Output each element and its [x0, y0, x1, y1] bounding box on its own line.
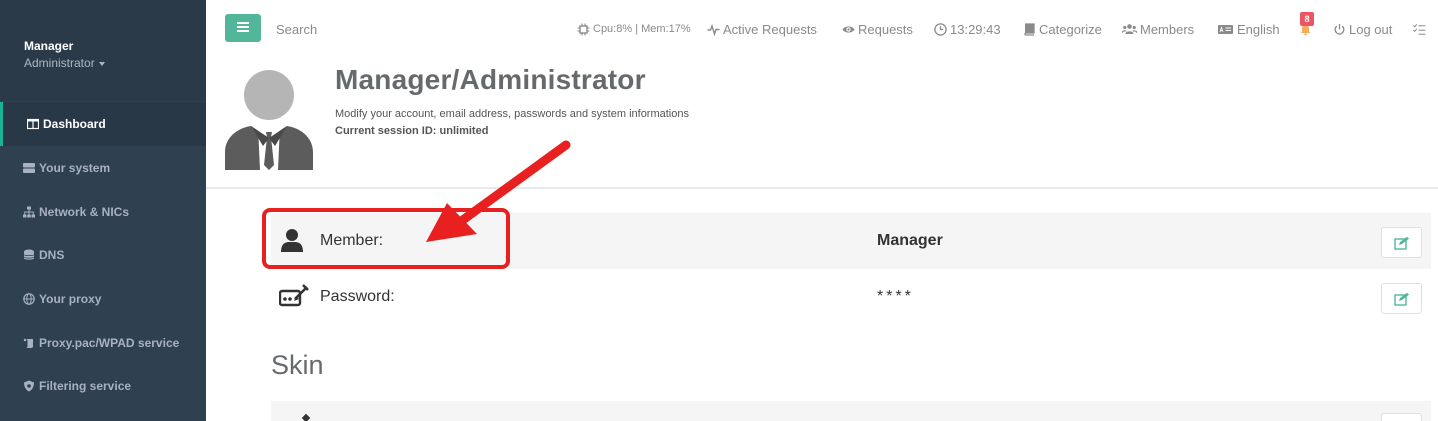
clock-icon: [934, 22, 947, 36]
search-input[interactable]: [276, 20, 476, 38]
globe-icon: [22, 293, 36, 305]
sidebar-item-your-system[interactable]: Your system: [0, 146, 206, 190]
edit-password-button[interactable]: [1381, 283, 1422, 314]
signature-icon: [278, 283, 309, 309]
avatar: [225, 70, 313, 170]
sidebar-item-label: Dashboard: [43, 117, 106, 131]
sidebar-item-label: Your proxy: [39, 292, 102, 306]
profile-block[interactable]: Manager Administrator: [0, 0, 206, 101]
language-selector[interactable]: English: [1217, 20, 1280, 38]
password-label: Password:: [320, 288, 395, 305]
edit-skin-button[interactable]: [1381, 413, 1422, 421]
caret-down-icon: [98, 61, 105, 66]
member-value: Manager: [877, 232, 943, 249]
book-icon: [1024, 22, 1035, 36]
skin-section-title: Skin: [271, 350, 324, 380]
book-open-icon: [26, 118, 40, 130]
pencil-icon: [301, 413, 311, 421]
edit-icon: [1393, 292, 1409, 306]
sidebar-item-proxy-pac-wpad[interactable]: Proxy.pac/WPAD service: [0, 321, 206, 365]
sidebar-item-your-proxy[interactable]: Your proxy: [0, 277, 206, 321]
profile-role-label: Administrator: [24, 56, 95, 70]
annotation-highlight-box: [262, 208, 510, 269]
profile-name: Manager: [24, 39, 74, 53]
app: Manager Administrator Dashboard Your sys…: [0, 0, 1438, 421]
page-subtitle: Modify your account, email address, pass…: [335, 108, 689, 120]
profile-role-dropdown[interactable]: Administrator: [24, 56, 105, 70]
microchip-icon: [577, 23, 590, 35]
categorize-label: Categorize: [1039, 21, 1102, 37]
task-list-button[interactable]: [1413, 20, 1429, 38]
sidebar-item-filtering-service[interactable]: Filtering service: [0, 364, 206, 408]
database-icon: [22, 249, 36, 261]
power-off-icon: [1334, 23, 1345, 35]
user-silhouette-icon: [225, 70, 313, 170]
sitemap-icon: [22, 206, 36, 218]
notification-count-badge: 8: [1300, 12, 1314, 26]
sidebar-item-dashboard[interactable]: Dashboard: [0, 102, 206, 146]
account-header: Manager/Administrator Modify your accoun…: [206, 58, 1438, 189]
password-value: ****: [877, 288, 914, 305]
users-icon: [1122, 23, 1137, 34]
members-link[interactable]: Members: [1122, 20, 1194, 38]
language-icon: [1218, 24, 1233, 34]
active-requests-link[interactable]: Active Requests: [707, 20, 817, 38]
tasks-icon: [1413, 23, 1426, 35]
categorize-link[interactable]: Categorize: [1023, 20, 1102, 38]
menu-toggle-button[interactable]: [225, 14, 261, 42]
bars-icon: [237, 19, 249, 37]
cpu-mem-text: Cpu:8% | Mem:17%: [593, 23, 691, 35]
sidebar-item-label: DNS: [39, 248, 65, 262]
active-requests-label: Active Requests: [723, 21, 817, 37]
skin-row: [271, 401, 1431, 421]
scroll-icon: [22, 337, 36, 349]
members-label: Members: [1140, 21, 1195, 37]
sidebar-item-label: Your system: [39, 161, 111, 175]
server-icon: [22, 162, 36, 174]
edit-member-button[interactable]: [1381, 227, 1422, 258]
clock-time: 13:29:43: [950, 21, 1001, 37]
session-id: Current session ID: unlimited: [335, 125, 489, 137]
sidebar: Manager Administrator Dashboard Your sys…: [0, 0, 206, 421]
sidebar-item-label: Filtering service: [39, 379, 132, 393]
requests-link[interactable]: Requests: [842, 20, 913, 38]
sidebar-item-label: Proxy.pac/WPAD service: [39, 336, 180, 350]
edit-icon: [1393, 236, 1409, 250]
sidebar-item-label: Network & NICs: [39, 205, 130, 219]
eye-icon: [842, 26, 855, 32]
heartbeat-icon: [707, 23, 720, 36]
password-row: Password: ****: [271, 269, 1431, 325]
language-label: English: [1237, 21, 1280, 37]
cpu-mem-status[interactable]: Cpu:8% | Mem:17%: [577, 20, 691, 38]
topbar: Cpu:8% | Mem:17% Active Requests Request…: [206, 0, 1438, 58]
page-title: Manager/Administrator: [335, 64, 646, 95]
sidebar-item-dns[interactable]: DNS: [0, 233, 206, 277]
clock-display[interactable]: 13:29:43: [934, 20, 1001, 38]
logout-button[interactable]: Log out: [1333, 20, 1392, 38]
requests-label: Requests: [858, 21, 913, 37]
shield-icon: [22, 380, 36, 392]
logout-label: Log out: [1349, 21, 1393, 37]
sidebar-item-network-nics[interactable]: Network & NICs: [0, 190, 206, 234]
